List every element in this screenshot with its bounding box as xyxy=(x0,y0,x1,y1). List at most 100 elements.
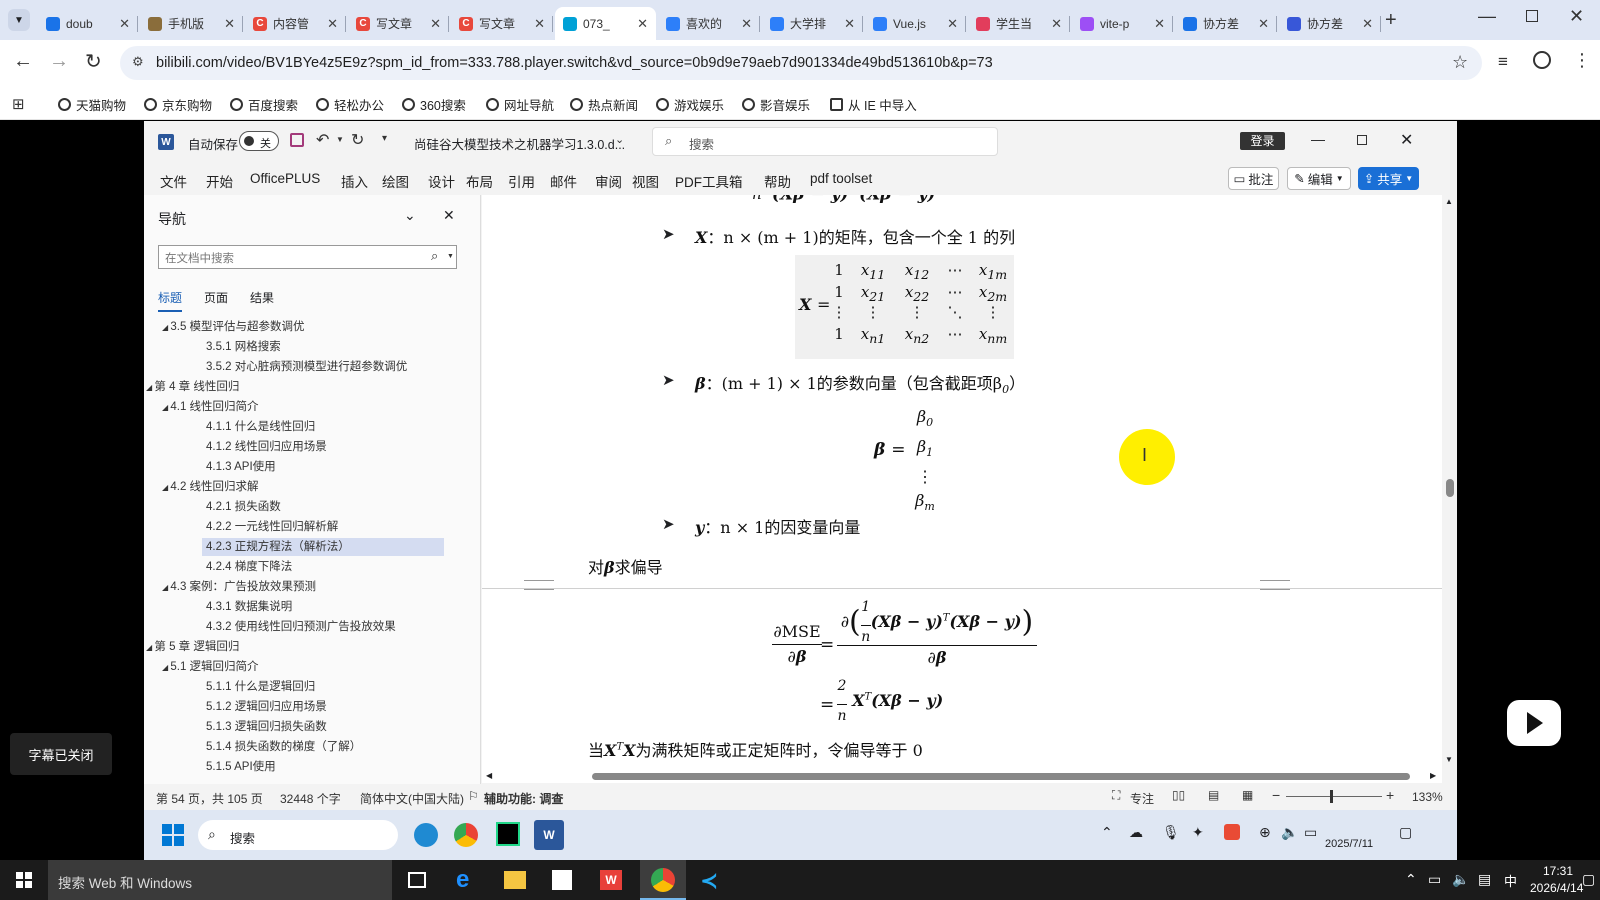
h-scroll-thumb[interactable] xyxy=(592,773,1410,780)
vscode-icon[interactable]: ≺ xyxy=(700,868,718,894)
page-count[interactable]: 第 54 页，共 105 页 xyxy=(156,790,263,807)
clock-date[interactable]: 2026/4/14 xyxy=(1530,881,1583,895)
bookmark-item[interactable]: 从 IE 中导入 xyxy=(830,95,917,114)
ribbon-tab[interactable]: 帮助 xyxy=(764,171,791,191)
browser-tab[interactable]: 协方差 ✕ xyxy=(1279,7,1381,40)
nav-heading-item[interactable]: 3.5.2 对心脏病预测模型进行超参数调优 xyxy=(202,358,407,376)
nav-heading-item[interactable]: 3.5.1 网格搜索 xyxy=(202,338,281,356)
tab-close-icon[interactable]: ✕ xyxy=(534,16,545,32)
restore-button[interactable] xyxy=(1526,10,1538,22)
nav-options-icon[interactable]: ⌄ xyxy=(404,207,416,224)
browser-tab[interactable]: 大学排 ✕ xyxy=(762,7,863,40)
web-layout-icon[interactable]: ▦ xyxy=(1242,788,1253,802)
inner-search-box[interactable]: ⌕ 搜索 xyxy=(198,820,398,850)
volume-icon[interactable]: 🔈 xyxy=(1452,871,1469,888)
forward-button[interactable]: → xyxy=(49,50,69,73)
browser-tab[interactable]: C 写文章 ✕ xyxy=(451,7,553,40)
battery-icon[interactable]: ▭ xyxy=(1304,824,1317,841)
chrome-taskbar-button[interactable] xyxy=(640,860,686,900)
comment-button[interactable]: ▭ 批注 xyxy=(1228,167,1279,190)
new-tab-button[interactable]: + xyxy=(1385,9,1397,32)
file-explorer-icon[interactable] xyxy=(504,871,526,889)
scroll-left-arrow[interactable]: ◀ xyxy=(486,771,492,780)
ribbon-tab[interactable]: pdf toolset xyxy=(810,171,872,186)
nav-search-input[interactable]: 在文档中搜索 ⌕ ▼ xyxy=(158,245,457,269)
customize-qat-icon[interactable]: ▾ xyxy=(382,133,387,144)
site-info-icon[interactable]: ⚙ xyxy=(132,54,144,70)
browser-tab[interactable]: C 写文章 ✕ xyxy=(348,7,449,40)
zoom-level[interactable]: 133% xyxy=(1412,790,1443,804)
nav-tab[interactable]: 页面 xyxy=(204,289,228,310)
bookmark-item[interactable]: 轻松办公 xyxy=(316,95,384,114)
edge-icon[interactable] xyxy=(414,823,438,847)
bookmark-item[interactable]: 热点新闻 xyxy=(570,95,638,114)
word-minimize-button[interactable]: — xyxy=(1311,131,1325,147)
chrome-icon[interactable] xyxy=(454,823,478,847)
focus-mode-button[interactable]: 专注 xyxy=(1130,790,1154,807)
bookmark-item[interactable]: 360搜索 xyxy=(402,95,466,114)
close-window-button[interactable]: ✕ xyxy=(1569,6,1584,27)
nav-heading-item[interactable]: ◢ 5.1 逻辑回归简介 xyxy=(162,658,259,676)
ribbon-tab[interactable]: 引用 xyxy=(508,171,535,191)
ribbon-tab[interactable]: 绘图 xyxy=(382,171,409,191)
zoom-in-button[interactable]: + xyxy=(1386,787,1394,803)
nav-heading-item[interactable]: 4.1.1 什么是线性回归 xyxy=(202,418,315,436)
language[interactable]: 简体中文(中国大陆) xyxy=(360,790,464,807)
tab-close-icon[interactable]: ✕ xyxy=(844,16,855,32)
ribbon-tab[interactable]: 文件 xyxy=(160,171,187,191)
tab-close-icon[interactable]: ✕ xyxy=(119,16,130,32)
autosave-toggle[interactable]: 关 xyxy=(239,131,279,151)
bookmark-item[interactable]: 天猫购物 xyxy=(58,95,126,114)
browser-tab[interactable]: 学生当 ✕ xyxy=(968,7,1070,40)
bookmark-star-icon[interactable]: ☆ xyxy=(1452,52,1468,73)
notification-icon[interactable]: ▢ xyxy=(1399,824,1412,841)
browser-tab[interactable]: C 内容管 ✕ xyxy=(245,7,346,40)
bookmark-item[interactable]: 京东购物 xyxy=(144,95,212,114)
network-icon[interactable]: ⊕ xyxy=(1259,824,1271,841)
browser-tab[interactable]: 073_ ✕ xyxy=(555,7,656,40)
browser-tab[interactable]: vite-p ✕ xyxy=(1072,7,1173,40)
menu-icon[interactable]: ⋮ xyxy=(1573,50,1591,71)
task-view-icon[interactable] xyxy=(408,872,426,888)
nav-heading-item[interactable]: 4.1.2 线性回归应用场景 xyxy=(202,438,327,456)
vertical-scrollbar[interactable]: ▲ ▼ xyxy=(1442,195,1457,769)
nav-tab[interactable]: 标题 xyxy=(158,289,183,312)
profile-icon[interactable] xyxy=(1533,51,1551,69)
tab-close-icon[interactable]: ✕ xyxy=(224,16,235,32)
scroll-right-arrow[interactable]: ▶ xyxy=(1430,771,1436,780)
scroll-thumb[interactable] xyxy=(1446,479,1454,497)
nav-heading-item[interactable]: 4.2.2 一元线性回归解析解 xyxy=(202,518,338,536)
tab-close-icon[interactable]: ✕ xyxy=(327,16,338,32)
minimize-button[interactable]: — xyxy=(1478,6,1496,27)
tray-red-icon[interactable] xyxy=(1224,824,1240,840)
ime-indicator[interactable]: 中 xyxy=(1504,871,1517,890)
media-control-icon[interactable]: ≡ xyxy=(1498,52,1508,72)
ribbon-tab[interactable]: 邮件 xyxy=(550,171,577,191)
browser-tab[interactable]: 手机版 ✕ xyxy=(140,7,243,40)
share-button[interactable]: ⇪ 共享 ▼ xyxy=(1358,167,1419,190)
back-button[interactable]: ← xyxy=(13,50,33,73)
scroll-up-arrow[interactable]: ▲ xyxy=(1445,197,1453,206)
print-layout-icon[interactable]: ▤ xyxy=(1208,788,1219,802)
redo-icon[interactable]: ↻ xyxy=(351,130,364,150)
undo-dropdown-icon[interactable]: ▼ xyxy=(336,135,344,144)
tab-close-icon[interactable]: ✕ xyxy=(947,16,958,32)
zoom-slider[interactable] xyxy=(1286,796,1382,797)
undo-icon[interactable]: ↶ xyxy=(316,130,329,150)
pycharm-icon[interactable] xyxy=(496,822,520,846)
volume-icon[interactable]: 🔈 xyxy=(1281,824,1298,841)
scroll-down-arrow[interactable]: ▼ xyxy=(1445,755,1453,764)
word-close-button[interactable]: ✕ xyxy=(1400,130,1413,150)
nav-heading-item[interactable]: ◢ 4.3 案例：广告投放效果预测 xyxy=(162,578,316,596)
nav-tab[interactable]: 结果 xyxy=(250,289,274,310)
nav-heading-item[interactable]: 4.2.1 损失函数 xyxy=(202,498,281,516)
ribbon-tab[interactable]: 设计 xyxy=(428,171,455,191)
document-title[interactable]: 尚硅谷大模型技术之机器学习1.3.0.d... xyxy=(414,134,625,153)
zoom-out-button[interactable]: − xyxy=(1272,787,1280,803)
mic-icon[interactable]: 🎙 xyxy=(1162,824,1180,841)
reload-button[interactable]: ↻ xyxy=(85,49,102,74)
save-icon[interactable] xyxy=(290,133,304,147)
nav-heading-item[interactable]: 5.1.3 逻辑回归损失函数 xyxy=(202,718,327,736)
bookmark-item[interactable]: 游戏娱乐 xyxy=(656,95,724,114)
tab-close-icon[interactable]: ✕ xyxy=(1154,16,1165,32)
